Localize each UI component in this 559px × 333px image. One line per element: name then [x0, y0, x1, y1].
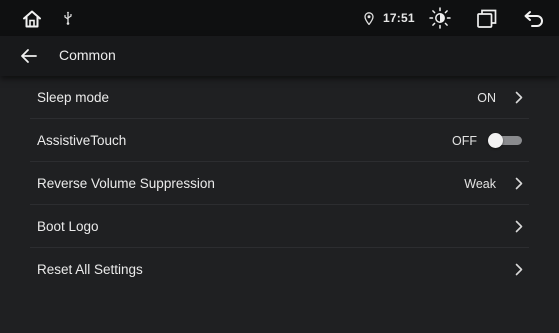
chevron-right-icon [515, 220, 523, 233]
setting-reset-all-settings[interactable]: Reset All Settings [30, 248, 529, 291]
setting-value: ON [477, 91, 496, 105]
back-arrow-icon[interactable] [524, 10, 544, 27]
setting-boot-logo[interactable]: Boot Logo [30, 205, 529, 248]
chevron-right-icon [515, 177, 523, 190]
setting-label: Reverse Volume Suppression [37, 176, 215, 191]
usb-icon [64, 11, 72, 25]
location-pin-icon [364, 12, 374, 25]
page-title: Common [59, 47, 116, 63]
setting-label: AssistiveTouch [37, 133, 127, 148]
recent-apps-icon[interactable] [477, 9, 497, 28]
home-icon[interactable] [22, 9, 42, 29]
toggle-knob [488, 133, 503, 148]
chevron-right-icon [515, 91, 523, 104]
setting-sleep-mode[interactable]: Sleep mode ON [30, 76, 529, 119]
setting-label: Sleep mode [37, 90, 110, 105]
title-bar: Common [0, 36, 559, 76]
setting-value: Weak [464, 177, 496, 191]
setting-assistivetouch[interactable]: AssistiveTouch OFF [30, 119, 529, 162]
arrow-left-icon[interactable] [20, 48, 38, 64]
status-bar: 17:51 [0, 0, 559, 36]
settings-screen: 17:51 Common Sleep mode ON AssistiveTouc… [0, 0, 559, 333]
settings-list: Sleep mode ON AssistiveTouch OFF Reverse… [0, 76, 559, 291]
setting-value: OFF [452, 134, 477, 148]
setting-label: Reset All Settings [37, 262, 143, 277]
clock-time: 17:51 [383, 11, 415, 25]
chevron-right-icon [515, 263, 523, 276]
brightness-icon[interactable] [429, 7, 451, 29]
setting-label: Boot Logo [37, 219, 99, 234]
assistivetouch-toggle[interactable] [488, 133, 524, 148]
setting-reverse-volume-suppression[interactable]: Reverse Volume Suppression Weak [30, 162, 529, 205]
